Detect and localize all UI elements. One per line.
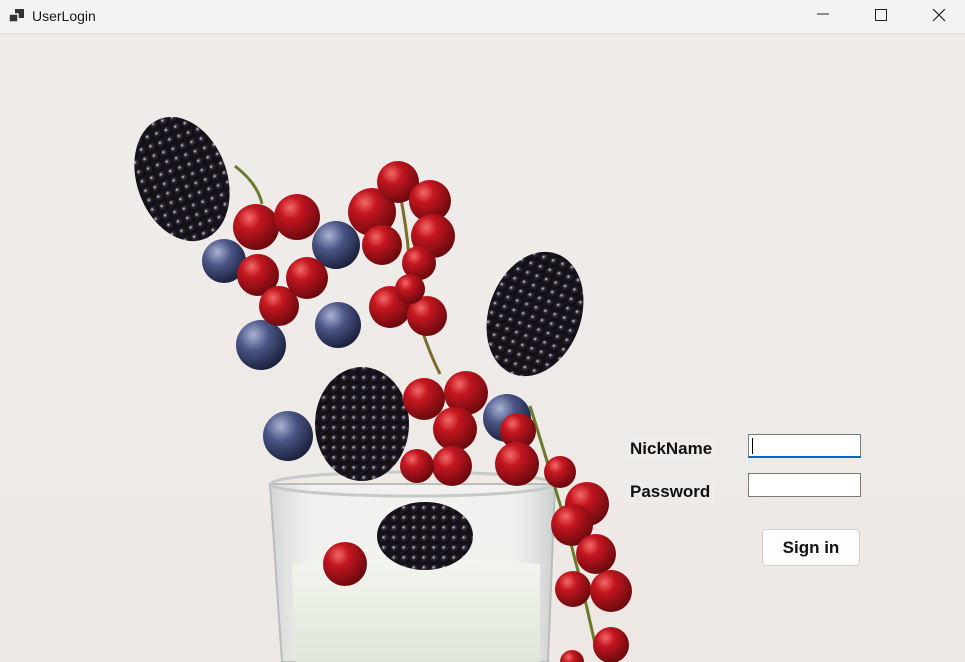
nickname-input[interactable]: [748, 434, 861, 458]
app-window-icon: [8, 9, 24, 23]
minimize-button[interactable]: [794, 0, 852, 32]
password-label: Password: [625, 481, 716, 503]
form-background: NickName Password Sign in: [0, 34, 965, 662]
berries-photo: [134, 116, 632, 662]
close-icon: [932, 9, 946, 22]
sign-in-button[interactable]: Sign in: [762, 529, 860, 566]
minimize-icon: [817, 13, 829, 15]
nickname-label: NickName: [625, 438, 718, 460]
window-title: UserLogin: [32, 8, 96, 24]
maximize-icon: [875, 9, 887, 21]
title-bar: UserLogin: [0, 0, 965, 34]
password-input[interactable]: [748, 473, 861, 497]
maximize-button[interactable]: [852, 0, 910, 32]
text-caret: [752, 438, 753, 454]
close-button[interactable]: [910, 0, 965, 32]
